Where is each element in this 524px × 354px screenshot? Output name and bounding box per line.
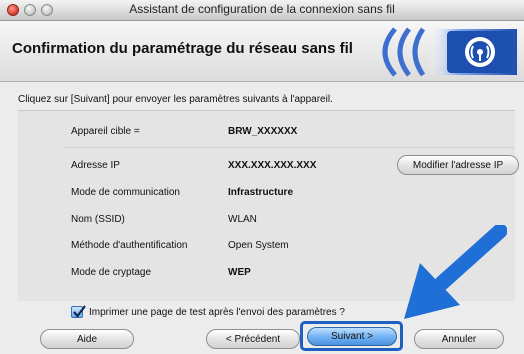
modify-ip-button[interactable]: Modifier l'adresse IP xyxy=(397,155,519,175)
print-test-page-checkbox[interactable] xyxy=(71,305,86,318)
instruction-text: Cliquez sur [Suivant] pour envoyer les p… xyxy=(18,94,333,105)
next-button-highlight xyxy=(300,321,403,351)
target-device-label: Appareil cible = xyxy=(71,126,140,137)
print-test-page-option[interactable]: Imprimer une page de test après l'envoi … xyxy=(71,305,345,318)
page-title: Confirmation du paramétrage du réseau sa… xyxy=(12,40,353,57)
ssid-value: WLAN xyxy=(228,214,257,225)
print-test-page-label: Imprimer une page de test après l'envoi … xyxy=(89,306,345,318)
ip-address-label: Adresse IP xyxy=(71,160,120,171)
setup-wizard-window: Assistant de configuration de la connexi… xyxy=(0,0,524,354)
cancel-button[interactable]: Annuler xyxy=(414,329,504,349)
communication-mode-label: Mode de communication xyxy=(71,187,180,198)
encryption-mode-value: WEP xyxy=(228,267,251,278)
ip-address-value: XXX.XXX.XXX.XXX xyxy=(228,160,317,171)
wifi-signal-icon xyxy=(382,27,517,77)
ssid-label: Nom (SSID) xyxy=(71,214,125,225)
target-device-value: BRW_XXXXXX xyxy=(228,126,298,137)
window-title: Assistant de configuration de la connexi… xyxy=(129,2,395,16)
previous-button[interactable]: < Précédent xyxy=(206,329,300,349)
title-bar[interactable]: Assistant de configuration de la connexi… xyxy=(0,0,524,21)
checkmark-icon xyxy=(73,305,86,318)
communication-mode-value: Infrastructure xyxy=(228,187,294,198)
help-button[interactable]: Aide xyxy=(40,329,134,349)
wizard-header: Confirmation du paramétrage du réseau sa… xyxy=(0,21,524,82)
pointer-arrow-icon xyxy=(404,225,507,319)
encryption-mode-label: Mode de cryptage xyxy=(71,267,152,278)
divider xyxy=(64,147,515,148)
authentication-method-value: Open System xyxy=(228,240,289,251)
authentication-method-label: Méthode d'authentification xyxy=(71,240,188,251)
